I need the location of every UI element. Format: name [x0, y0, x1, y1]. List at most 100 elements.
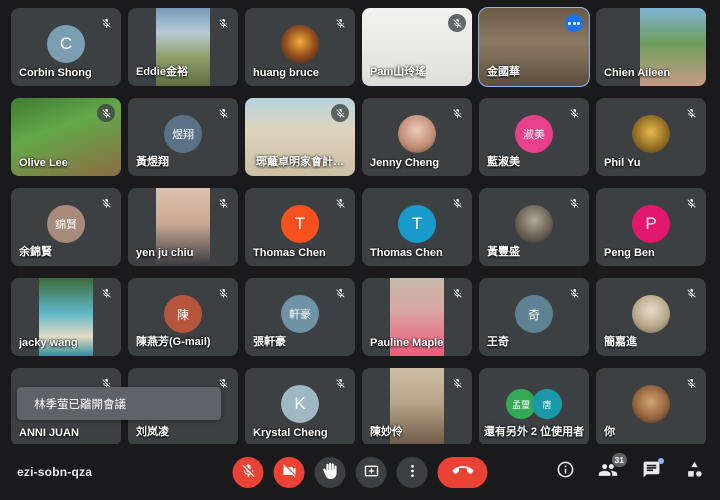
participant-tile[interactable]: 軒豪 張軒豪: [245, 278, 355, 356]
participant-tile[interactable]: 陳妙伶: [362, 368, 472, 446]
participant-name: Thomas Chen: [253, 247, 326, 259]
participant-tile[interactable]: 金國華: [478, 7, 590, 87]
mic-muted-icon: [97, 284, 115, 302]
meeting-info-controls: 31: [553, 453, 706, 484]
raise-hand-button[interactable]: [314, 456, 346, 488]
participant-tile[interactable]: Jenny Cheng: [362, 98, 472, 176]
participant-name: 王奇: [487, 336, 509, 348]
mic-muted-icon: [682, 374, 700, 392]
chat-icon: [642, 460, 661, 484]
participant-tile[interactable]: T Thomas Chen: [362, 188, 472, 266]
mic-muted-icon: [682, 194, 700, 212]
participant-name: jacky wang: [19, 337, 78, 349]
mic-toggle-button[interactable]: [232, 456, 264, 488]
participant-tile[interactable]: Eddie金裕: [128, 8, 238, 86]
mic-muted-icon: [214, 14, 232, 32]
participant-name: 琊蘺卓明家會計…: [256, 156, 344, 168]
mic-muted-icon: [565, 104, 583, 122]
participant-tile[interactable]: 孟璽唐還有另外 2 位使用者: [479, 368, 589, 446]
present-screen-button[interactable]: [355, 456, 387, 488]
meeting-details-button[interactable]: [553, 460, 577, 484]
participant-name: 張軒豪: [253, 336, 286, 348]
avatar-initials: K: [281, 384, 319, 423]
avatar-initials: 奇: [515, 294, 553, 333]
avatar: [281, 24, 319, 63]
camera-toggle-button[interactable]: [273, 456, 305, 488]
participant-tile[interactable]: 錦賢余錦賢: [11, 188, 121, 266]
participant-name: 黃煜翔: [136, 156, 169, 168]
participant-tile[interactable]: Olive Lee: [11, 98, 121, 176]
show-participants-button[interactable]: 31: [596, 453, 627, 484]
google-meet-window: C Corbin Shong Eddie金裕 huang bruce Pam山玲瑤 金國華…: [0, 0, 720, 500]
mic-muted-icon: [565, 194, 583, 212]
mic-muted-icon: [331, 374, 349, 392]
participant-tile[interactable]: 簡嘉進: [596, 278, 706, 356]
participant-name: Phil Yu: [604, 157, 641, 169]
participant-grid: C Corbin Shong Eddie金裕 huang bruce Pam山玲瑤 金國華…: [11, 7, 709, 446]
participant-name: 陳妙伶: [370, 426, 403, 438]
participant-name: Thomas Chen: [370, 247, 443, 259]
chat-unread-dot: [658, 458, 664, 464]
mic-muted-icon: [97, 104, 115, 122]
avatar-initials: 錦賢: [47, 204, 85, 243]
camera-off-icon: [281, 463, 297, 482]
avatar: [632, 294, 670, 333]
tile-more-options-button[interactable]: [565, 14, 583, 32]
participant-tile[interactable]: Chien Aileen: [596, 8, 706, 86]
participant-tile[interactable]: huang bruce: [245, 8, 355, 86]
mic-muted-icon: [331, 104, 349, 122]
participant-name: Krystal Cheng: [253, 427, 328, 439]
participant-tile[interactable]: Pam山玲瑤: [362, 8, 472, 86]
mic-muted-icon: [448, 284, 466, 302]
participant-name: 金國華: [487, 66, 520, 78]
participant-tile[interactable]: Phil Yu: [596, 98, 706, 176]
avatar-initials: C: [47, 24, 85, 63]
participant-name: 簡嘉進: [604, 336, 637, 348]
mic-muted-icon: [448, 194, 466, 212]
mic-muted-icon: [331, 284, 349, 302]
chat-button[interactable]: [639, 458, 664, 484]
participant-tile[interactable]: 煜翔 黃煜翔: [128, 98, 238, 176]
mic-muted-icon: [682, 284, 700, 302]
meeting-bottom-bar: ezi-sobn-qza 31: [0, 444, 720, 500]
participant-tile[interactable]: C Corbin Shong: [11, 8, 121, 86]
avatar-initials: 陳: [164, 294, 202, 333]
participant-tile[interactable]: 陳陳燕芳(G-mail): [128, 278, 238, 356]
mic-off-icon: [240, 463, 256, 482]
mic-muted-icon: [448, 104, 466, 122]
participant-tile[interactable]: 你: [596, 368, 706, 446]
participant-name: 余錦賢: [19, 246, 52, 258]
mic-muted-icon: [331, 194, 349, 212]
more-options-button[interactable]: [396, 456, 428, 488]
participant-name: 陳燕芳(G-mail): [136, 336, 211, 348]
activities-button[interactable]: [682, 460, 706, 484]
mic-muted-icon: [565, 284, 583, 302]
leave-call-button[interactable]: [437, 456, 488, 488]
participant-tile[interactable]: P Peng Ben: [596, 188, 706, 266]
present-screen-icon: [363, 463, 379, 482]
participant-tile[interactable]: K Krystal Cheng: [245, 368, 355, 446]
participant-tile[interactable]: 奇王奇: [479, 278, 589, 356]
info-icon: [556, 460, 575, 484]
avatar-initials: P: [632, 204, 670, 243]
participant-tile[interactable]: jacky wang: [11, 278, 121, 356]
participant-tile[interactable]: yen ju chiu: [128, 188, 238, 266]
avatar: [515, 204, 553, 243]
participant-name: 你: [604, 426, 615, 438]
mic-muted-icon: [214, 104, 232, 122]
participant-tile[interactable]: 淑美 藍淑美: [479, 98, 589, 176]
participant-tile[interactable]: T Thomas Chen: [245, 188, 355, 266]
participant-tile[interactable]: 琊蘺卓明家會計…: [245, 98, 355, 176]
participant-name: ANNI JUAN: [19, 427, 79, 439]
participant-tile[interactable]: Pauline Maple: [362, 278, 472, 356]
meeting-code: ezi-sobn-qza: [17, 465, 93, 479]
participant-tile[interactable]: 黃豐盛: [479, 188, 589, 266]
participant-name: Peng Ben: [604, 247, 655, 259]
toast-notification: 林季萤已離開會議: [17, 387, 221, 420]
activities-icon: [685, 460, 704, 484]
participant-name: Jenny Cheng: [370, 157, 440, 169]
participant-name: yen ju chiu: [136, 247, 194, 259]
call-controls: [232, 456, 488, 488]
avatar: [632, 114, 670, 153]
participant-count-badge: 31: [611, 453, 627, 467]
